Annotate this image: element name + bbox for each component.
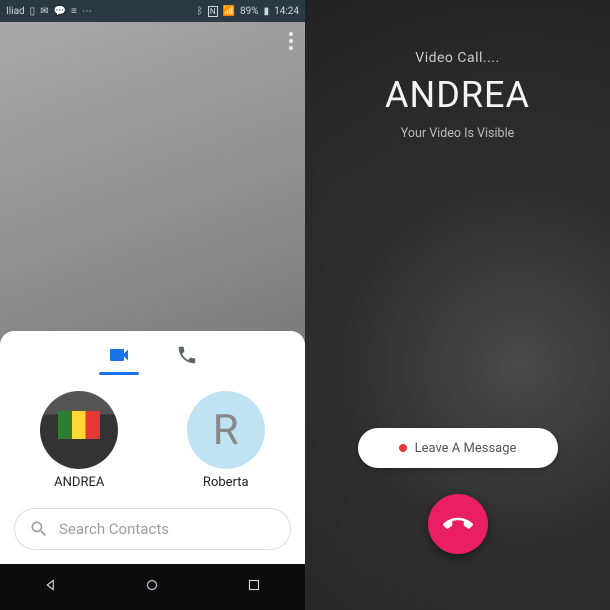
leave-message-label: Leave A Message: [415, 441, 517, 456]
status-bar: Iliad ▯ ✉ 💬 ≡ ⋯ ᛒ N 📶 89% ▮ 14:24: [0, 0, 305, 22]
android-navbar: [0, 564, 305, 610]
avatar-letter: R: [213, 406, 239, 455]
hang-up-icon: [443, 509, 473, 539]
more-notif-icon: ⋯: [82, 6, 92, 17]
nfc-icon: N: [208, 6, 218, 17]
signal-icon: 📶: [223, 6, 235, 17]
chat-icon: 💬: [54, 6, 66, 17]
status-left: Iliad ▯ ✉ 💬 ≡ ⋯: [6, 6, 92, 17]
clock-label: 14:24: [274, 6, 299, 17]
back-button[interactable]: [42, 576, 60, 598]
contacts-row: ANDREA R Roberta: [8, 377, 297, 498]
search-input[interactable]: Search Contacts: [14, 508, 291, 550]
battery-icon: ▮: [264, 6, 270, 17]
call-type-tabs: [8, 343, 297, 377]
leave-message-button[interactable]: Leave A Message: [358, 428, 558, 468]
call-status-label: Video Call....: [415, 50, 499, 66]
audio-tab[interactable]: [173, 343, 201, 371]
bottom-sheet: ANDREA R Roberta Search Contacts: [0, 331, 305, 564]
bluetooth-icon: ᛒ: [197, 6, 203, 17]
avatar: [40, 391, 118, 469]
avatar: R: [187, 391, 265, 469]
notif-icon: ▯: [30, 6, 36, 17]
search-icon: [29, 519, 49, 539]
video-icon: [107, 343, 131, 367]
camera-preview: [0, 22, 305, 341]
contact-roberta[interactable]: R Roberta: [165, 391, 288, 490]
contact-name-label: ANDREA: [54, 475, 104, 490]
msg-icon: ✉: [40, 6, 48, 17]
home-button[interactable]: [143, 576, 161, 598]
contact-name-label: Roberta: [203, 475, 249, 490]
flag-icon: [58, 411, 100, 439]
caller-name: ANDREA: [385, 74, 530, 116]
recents-button[interactable]: [245, 576, 263, 598]
phone-icon: [176, 344, 198, 366]
video-visibility-label: Your Video Is Visible: [401, 126, 515, 141]
contacts-pane: Iliad ▯ ✉ 💬 ≡ ⋯ ᛒ N 📶 89% ▮ 14:24: [0, 0, 305, 610]
contact-andrea[interactable]: ANDREA: [18, 391, 141, 490]
status-right: ᛒ N 📶 89% ▮ 14:24: [197, 6, 299, 17]
search-placeholder: Search Contacts: [59, 520, 169, 538]
record-icon: [399, 444, 407, 452]
carrier-label: Iliad: [6, 6, 25, 17]
outgoing-call-pane: Video Call.... ANDREA Your Video Is Visi…: [305, 0, 610, 610]
bars-icon: ≡: [71, 6, 77, 17]
hang-up-button[interactable]: [428, 494, 488, 554]
video-tab[interactable]: [105, 343, 133, 371]
overflow-menu-icon[interactable]: [289, 32, 293, 50]
battery-label: 89%: [240, 6, 259, 17]
